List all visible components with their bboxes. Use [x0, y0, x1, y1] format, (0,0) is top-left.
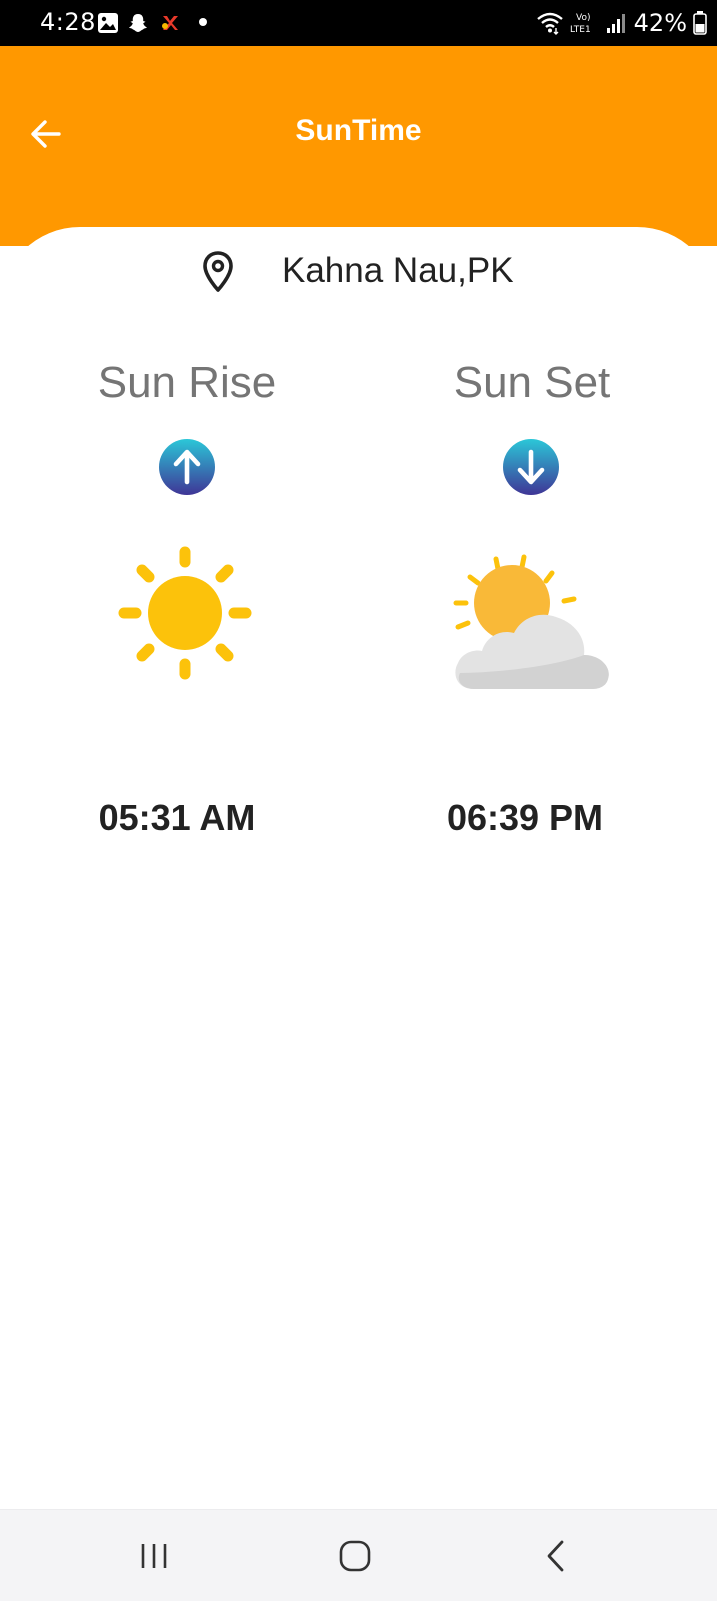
network-label-top: Vo): [576, 13, 590, 23]
app-title: SunTime: [295, 114, 422, 147]
sunrise-label: Sun Rise: [97, 358, 277, 407]
sun-cloud-icon: [453, 554, 609, 689]
sunset-time: 06:39 PM: [446, 797, 604, 838]
recent-apps-icon: [141, 1544, 167, 1568]
signal-icon: [606, 14, 625, 33]
location-pin-icon: [203, 251, 233, 292]
gallery-icon: [98, 13, 118, 33]
location-row: Kahna Nau,PK: [0, 250, 717, 294]
home-icon: [339, 1540, 371, 1572]
status-time: 4:28: [40, 8, 96, 36]
app-bar: SunTime: [0, 46, 717, 246]
home-button[interactable]: [333, 1534, 377, 1578]
sunrise-time: 05:31 AM: [98, 797, 256, 838]
wifi-icon: [536, 12, 563, 35]
volte-lte-icon: Vo) LTE1: [570, 13, 591, 35]
system-nav-bar: [0, 1509, 717, 1601]
content-card: Kahna Nau,PK Sun Rise 05:31 AM Sun Set 0…: [0, 227, 717, 1509]
sun-icon: [118, 546, 252, 680]
notification-dot: [199, 18, 207, 26]
status-indicators: Vo) LTE1 42%: [536, 8, 707, 38]
location-name: Kahna Nau,PK: [282, 251, 514, 290]
status-bar: 4:28 Vo) LTE1 42%: [0, 0, 717, 46]
sunset-label: Sun Set: [453, 358, 611, 407]
arrow-up-icon: [159, 439, 215, 495]
system-back-button[interactable]: [534, 1534, 578, 1578]
app-notification-icon: [162, 16, 178, 30]
snapchat-icon: [129, 14, 147, 32]
network-label-bottom: LTE1: [570, 25, 591, 35]
battery-icon: [693, 11, 707, 35]
recent-apps-button[interactable]: [132, 1534, 176, 1578]
back-icon: [547, 1540, 564, 1572]
arrow-down-icon: [503, 439, 559, 495]
battery-percent: 42%: [633, 9, 687, 37]
